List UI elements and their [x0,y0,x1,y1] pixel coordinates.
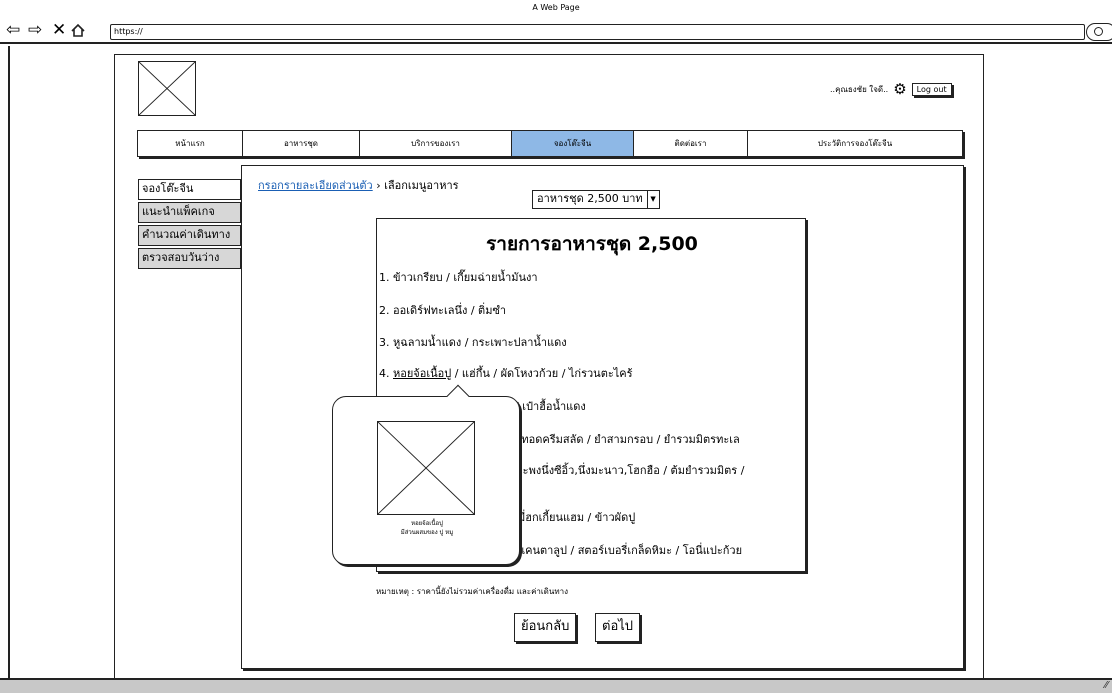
logout-button[interactable]: Log out [911,82,952,96]
home-icon[interactable] [70,23,86,38]
menu-item: แคนตาลูป / สตอร์เบอรี่เกล็ดหิมะ / โอนี่แ… [518,544,743,557]
dish-caption: หอยจ้อเนื้อปู มีส่วนผสมของ ปู หมู [333,519,521,537]
package-select[interactable]: อาหารชุด 2,500 บาท ▼ [532,190,660,209]
sidebar-item-availability[interactable]: ตรวจสอบวันว่าง [138,248,241,269]
dish-caption-ingredients: มีส่วนผสมของ ปู หมู [400,529,454,536]
menu-item-rest: / แฮ่กึ้น / ผัดโหงวก้วย / ไก่รวนตะไคร้ [451,367,633,380]
window-title: A Web Page [532,3,580,12]
menu-item: 4. หอยจ้อเนื้อปู / แฮ่กึ้น / ผัดโหงวก้วย… [379,364,633,382]
price-note: หมายเหตุ : ราคานี้ยังไม่รวมค่าเครื่องดื่… [376,587,568,596]
gear-icon[interactable]: ⚙ [893,81,906,97]
sidebar: จองโต๊ะจีน แนะนำแพ็คเกจ คำนวณค่าเดินทาง … [138,179,241,271]
breadcrumb-separator: › [372,179,385,192]
menu-item: กะพงนึ่งซีอิ้ว,นึ่งมะนาว,โฮกฮือ / ต้มยำร… [516,464,745,477]
dish-preview-popup: หอยจ้อเนื้อปู มีส่วนผสมของ ปู หมู [332,384,521,565]
next-button[interactable]: ต่อไป [595,613,641,642]
forward-arrow-icon[interactable]: ⇨ [28,22,42,39]
search-icon[interactable] [1086,23,1112,41]
tab-book-table[interactable]: จองโต๊ะจีน [512,131,634,156]
menu-item: 3. หูฉลามน้ำแดง / กระเพาะปลาน้ำแดง [379,336,567,349]
menu-item: มี่ฮกเกี้ยนแฮม / ข้าวผัดปู [518,511,636,524]
sidebar-item-book-table[interactable]: จองโต๊ะจีน [138,179,241,200]
sidebar-item-travel-cost[interactable]: คำนวณค่าเดินทาง [138,225,241,246]
menu-item-prefix: 4. [379,367,393,380]
dish-image-placeholder [377,421,475,515]
dish-caption-name: หอยจ้อเนื้อปู [411,520,443,527]
menu-title: รายการอาหารชุด 2,500 [486,233,698,255]
menu-item: งทอดครีมสลัด / ยำสามกรอบ / ยำรวมมิตรทะเล [516,433,740,446]
close-x-icon[interactable]: ✕ [52,22,66,39]
url-bar[interactable]: https:// [110,24,1085,40]
back-arrow-icon[interactable]: ⇦ [6,22,20,39]
package-select-value: อาหารชุด 2,500 บาท [533,191,648,208]
breadcrumb: กรอกรายละเอียดส่วนตัว › เลือกเมนูอาหาร [258,176,459,194]
breadcrumb-current: เลือกเมนูอาหาร [384,179,459,192]
tab-booking-history[interactable]: ประวัติการจองโต๊ะจีน [748,131,962,156]
user-greeting: ..คุณธงชัย ใจดี.. [830,84,889,94]
sidebar-item-packages[interactable]: แนะนำแพ็คเกจ [138,202,241,223]
main-nav: หน้าแรก อาหารชุด บริการของเรา จองโต๊ะจีน… [137,130,963,157]
user-area: ..คุณธงชัย ใจดี.. ⚙ Log out [830,80,952,98]
menu-item-link-crab-roll[interactable]: หอยจ้อเนื้อปู [393,367,451,380]
logo-placeholder [138,61,196,116]
resize-grip-icon[interactable]: ⁄⁄ [1105,680,1108,691]
tab-contact[interactable]: ติดต่อเรา [634,131,748,156]
chevron-down-icon[interactable]: ▼ [648,191,659,208]
breadcrumb-link-personal-info[interactable]: กรอกรายละเอียดส่วนตัว [258,179,373,192]
tab-services[interactable]: บริการของเรา [360,131,512,156]
menu-item: 2. ออเดิร์ฟทะเลนึ่ง / ติ่มซำ [379,304,507,317]
menu-item: / เป๋าฮื้อน้ำแดง [515,400,586,413]
tab-home[interactable]: หน้าแรก [138,131,243,156]
menu-item: 1. ข้าวเกรียบ / เกี๊ยมฉ่ายน้ำมันงา [379,271,538,284]
tab-set-menu[interactable]: อาหารชุด [243,131,360,156]
status-bar: ⁄⁄ [0,678,1112,693]
back-button[interactable]: ย้อนกลับ [514,613,577,642]
